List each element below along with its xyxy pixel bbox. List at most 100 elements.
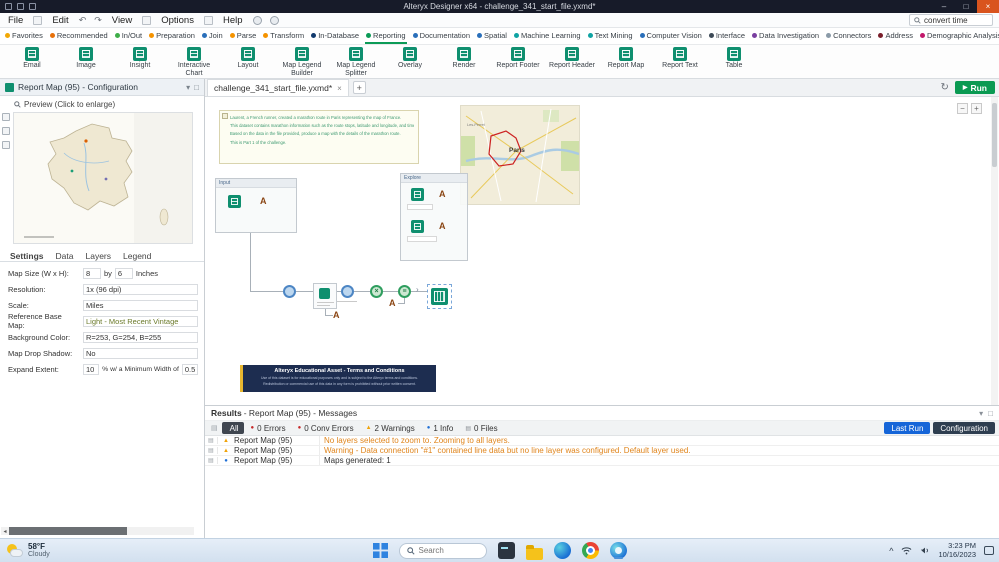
save-file-icon[interactable] [29,3,36,10]
browse-tool[interactable]: A [333,311,340,320]
palette-tool[interactable]: Insight [116,47,164,70]
container-input[interactable]: Input A [215,178,297,233]
palette-tool[interactable]: Image [62,47,110,70]
last-run-button[interactable]: Last Run [884,422,931,434]
results-filter-button[interactable]: ▤ 0 Files [460,422,502,434]
taskbar-clock[interactable]: 3:23 PM 10/16/2023 [938,541,976,559]
view-layout-icon[interactable] [142,15,152,25]
category-tab[interactable]: Spatial [476,29,508,44]
open-file-icon[interactable] [17,3,24,10]
results-filter-button[interactable]: ▲ 2 Warnings [361,422,420,434]
category-tab[interactable]: In/Out [114,29,143,44]
workflow-tool-node[interactable] [283,285,296,298]
category-tab[interactable]: Recommended [49,29,109,44]
menu-edit[interactable]: Edit [50,15,70,26]
drop-shadow-select[interactable] [83,347,198,359]
edge-icon[interactable] [553,542,571,559]
results-filter-button[interactable]: ● 0 Errors [246,422,291,434]
map-width-input[interactable] [83,267,101,279]
browse-tool[interactable]: A [389,299,396,308]
scroll-left-icon[interactable]: ◂ [1,527,9,535]
config-tab[interactable]: Data [56,251,74,261]
community-globe-icon[interactable] [252,15,262,25]
search-input[interactable] [924,15,988,25]
zoom-out-button[interactable]: − [957,103,968,114]
category-tab[interactable]: Documentation [412,29,471,44]
category-tab[interactable]: Interface [708,29,746,44]
weather-widget[interactable]: 58°F Cloudy [6,542,50,559]
menu-options[interactable]: Options [159,15,196,26]
new-workflow-icon[interactable] [33,15,43,25]
workflow-canvas[interactable]: Laurent, a French runner, created a mara… [205,97,999,405]
menu-file[interactable]: File [6,15,25,26]
minimize-button[interactable]: – [933,0,955,13]
category-tab[interactable]: In-Database [310,29,360,44]
configuration-button[interactable]: Configuration [933,422,995,434]
palette-tool[interactable]: Map Legend Splitter [332,47,380,77]
base-map-select[interactable] [83,315,198,327]
results-filter-button[interactable]: ● 0 Conv Errors [293,422,359,434]
volume-icon[interactable] [920,546,930,555]
run-button[interactable]: ▶ Run [954,81,995,94]
category-tab[interactable]: Transform [262,29,305,44]
wifi-icon[interactable] [901,546,912,555]
results-popout-icon[interactable]: □ [988,409,993,418]
results-filter-button[interactable]: All [221,422,244,434]
workflow-tab[interactable]: challenge_341_start_file.yxmd* × [207,79,349,96]
palette-tool[interactable]: Layout [224,47,272,70]
palette-tool[interactable]: Report Text [656,47,704,70]
scrollbar-thumb[interactable] [992,103,997,167]
maximize-button[interactable]: □ [955,0,977,13]
category-tab[interactable]: Favorites [4,29,44,44]
category-tab[interactable]: Join [201,29,224,44]
category-tab[interactable]: Connectors [825,29,872,44]
config-tab[interactable]: Settings [10,251,44,261]
config-tab[interactable]: Layers [86,251,112,261]
config-horizontal-scrollbar[interactable]: ◂ [1,527,194,535]
palette-tool[interactable]: Report Map [602,47,650,70]
scale-select[interactable] [83,299,198,311]
category-tab[interactable]: Data Investigation [751,29,820,44]
workflow-tool-node[interactable]: ≡ [398,285,411,298]
preview-label-row[interactable]: Preview (Click to enlarge) [14,100,115,109]
taskbar-search[interactable] [398,542,487,559]
messages-grid-icon[interactable]: ▤ [209,424,220,432]
palette-tool[interactable]: Map Legend Builder [278,47,326,77]
workflow-tool-node[interactable]: × [370,285,383,298]
message-row[interactable]: ▤ ● Report Map (95) Maps generated: 1 [205,456,999,466]
workflow-tool-node[interactable] [341,285,354,298]
map-height-input[interactable] [114,267,133,279]
results-pin-icon[interactable]: ▾ [979,409,983,418]
close-tab-icon[interactable]: × [337,84,342,93]
min-width-input[interactable] [181,363,198,375]
input-data-tool[interactable] [411,220,424,233]
input-data-tool[interactable] [228,195,241,208]
resolution-select[interactable] [83,283,198,295]
palette-tool[interactable]: Interactive Chart [170,47,218,77]
windows-start-icon[interactable] [372,543,388,558]
taskbar-search-input[interactable] [418,546,479,555]
comment-box[interactable]: Laurent, a French runner, created a mara… [219,110,419,164]
menu-view[interactable]: View [110,15,134,26]
refresh-icon[interactable]: ↻ [940,82,948,93]
menu-help[interactable]: Help [221,15,245,26]
palette-tool[interactable]: Table [710,47,758,70]
palette-tool[interactable]: Report Footer [494,47,542,70]
pin-panel-icon[interactable]: □ [194,83,199,92]
close-button[interactable]: × [977,0,999,13]
palette-tool[interactable]: Report Header [548,47,596,70]
layers-tool-icon[interactable] [2,141,10,149]
input-data-tool[interactable] [411,188,424,201]
collapse-panel-icon[interactable]: ▾ [186,83,190,92]
palette-tool[interactable]: Overlay [386,47,434,70]
tag-tool-icon[interactable] [2,127,10,135]
user-account-icon[interactable] [269,15,279,25]
category-tab[interactable]: Machine Learning [513,29,582,44]
new-workflow-tab-button[interactable]: + [352,81,366,94]
new-file-icon[interactable] [5,3,12,10]
background-color-input[interactable] [83,331,198,343]
undo-icon[interactable]: ↶ [79,15,87,26]
workflow-tool-node[interactable] [319,288,330,299]
expand-extent-input[interactable] [83,363,100,375]
category-tab[interactable]: Preparation [148,29,196,44]
